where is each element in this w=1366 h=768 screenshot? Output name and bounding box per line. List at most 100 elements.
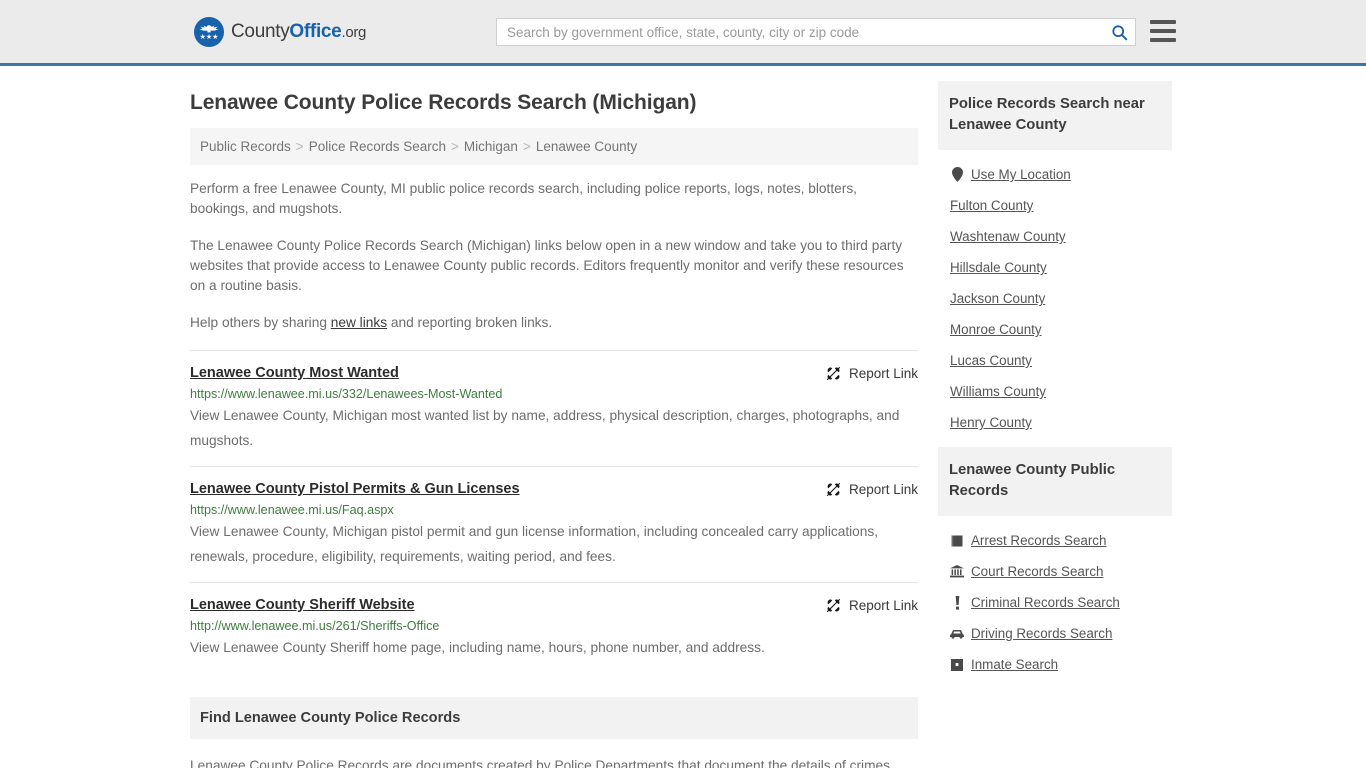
sidebar-item-arrest-records-search[interactable]: Arrest Records Search <box>938 525 1172 556</box>
find-records-body: Lenawee County Police Records are docume… <box>190 758 894 768</box>
brand-wordmark: CountyOffice.org <box>231 21 366 43</box>
sidebar-item-monroe-county[interactable]: Monroe County <box>938 314 1172 345</box>
result-item: Lenawee County Sheriff Website Report Li… <box>190 582 918 673</box>
eagle-glyph <box>199 24 219 32</box>
result-url: https://www.lenawee.mi.us/Faq.aspx <box>190 503 394 517</box>
sidebar-item-label[interactable]: Court Records Search <box>971 564 1103 579</box>
share-suffix: and reporting broken links. <box>387 315 553 330</box>
search-icon <box>1111 24 1127 40</box>
breadcrumb-item-lenawee-county[interactable]: Lenawee County <box>536 139 637 154</box>
courthouse-icon <box>950 565 964 578</box>
report-link-label: Report Link <box>848 482 918 497</box>
broken-link-icon <box>826 366 841 381</box>
sidebar-item-label[interactable]: Lucas County <box>950 353 1032 368</box>
site-logo[interactable]: ★★★ CountyOffice.org <box>194 16 366 47</box>
intro-paragraph-1: Perform a free Lenawee County, MI public… <box>190 181 857 216</box>
result-title-link[interactable]: Lenawee County Sheriff Website <box>190 597 415 613</box>
sidebar-item-use-my-location[interactable]: Use My Location <box>938 159 1172 190</box>
breadcrumb: Public Records > Police Records Search > Mic… <box>190 128 918 165</box>
report-link-button[interactable]: Report Link <box>826 481 918 497</box>
sidebar-item-label[interactable]: Williams County <box>950 384 1046 399</box>
sidebar-item-henry-county[interactable]: Henry County <box>938 407 1172 438</box>
stars-glyph: ★★★ <box>199 33 219 41</box>
sidebar-panel-nearby: Police Records Search near Lenawee Count… <box>938 81 1172 438</box>
sidebar-item-williams-county[interactable]: Williams County <box>938 376 1172 407</box>
site-header: ★★★ CountyOffice.org <box>0 0 1366 66</box>
share-prefix: Help others by sharing <box>190 315 331 330</box>
result-description: View Lenawee County, Michigan most wante… <box>190 408 900 448</box>
sidebar-item-driving-records-search[interactable]: Driving Records Search <box>938 618 1172 649</box>
page-title: Lenawee County Police Records Search (Mi… <box>190 91 697 114</box>
result-header: Lenawee County Most Wanted Report Link <box>190 365 918 381</box>
find-records-heading: Find Lenawee County Police Records <box>190 697 918 739</box>
public-records-list: Arrest Records Search Court Records Sear… <box>938 516 1172 680</box>
sidebar-item-label[interactable]: Fulton County <box>950 198 1033 213</box>
breadcrumb-item-public-records[interactable]: Public Records <box>200 139 291 154</box>
result-url: https://www.lenawee.mi.us/332/Lenawees-M… <box>190 387 503 401</box>
report-link-button[interactable]: Report Link <box>826 597 918 613</box>
result-header: Lenawee County Pistol Permits & Gun Lice… <box>190 481 918 497</box>
map-pin-icon <box>950 167 964 182</box>
sidebar-item-label[interactable]: Inmate Search <box>971 657 1058 672</box>
sidebar-item-hillsdale-county[interactable]: Hillsdale County <box>938 252 1172 283</box>
sidebar-panel-heading: Lenawee County Public Records <box>938 447 1172 516</box>
main-content: Lenawee County Police Records Search (Mi… <box>190 66 918 768</box>
sidebar-item-label[interactable]: Jackson County <box>950 291 1045 306</box>
report-link-label: Report Link <box>848 366 918 381</box>
report-link-label: Report Link <box>848 598 918 613</box>
sidebar-item-inmate-search[interactable]: Inmate Search <box>938 649 1172 680</box>
result-header: Lenawee County Sheriff Website Report Li… <box>190 597 918 613</box>
sidebar-item-label[interactable]: Monroe County <box>950 322 1042 337</box>
car-icon <box>950 629 964 639</box>
sidebar-item-washtenaw-county[interactable]: Washtenaw County <box>938 221 1172 252</box>
search-bar[interactable] <box>496 18 1136 46</box>
result-title-link[interactable]: Lenawee County Pistol Permits & Gun Lice… <box>190 481 520 497</box>
report-link-button[interactable]: Report Link <box>826 365 918 381</box>
sidebar-item-label[interactable]: Henry County <box>950 415 1032 430</box>
sidebar-item-jackson-county[interactable]: Jackson County <box>938 283 1172 314</box>
book-icon <box>950 535 964 547</box>
broken-link-icon <box>826 598 841 613</box>
brand-county: County <box>231 20 290 42</box>
result-description: View Lenawee County, Michigan pistol per… <box>190 524 879 564</box>
hamburger-menu-button[interactable] <box>1150 20 1176 42</box>
search-input[interactable] <box>497 19 1103 45</box>
result-url: http://www.lenawee.mi.us/261/Sheriffs-Of… <box>190 619 440 633</box>
sidebar-item-label[interactable]: Hillsdale County <box>950 260 1047 275</box>
sidebar: Police Records Search near Lenawee Count… <box>938 66 1172 768</box>
sidebar-item-label[interactable]: Arrest Records Search <box>971 533 1106 548</box>
sidebar-item-label[interactable]: Washtenaw County <box>950 229 1066 244</box>
result-item: Lenawee County Pistol Permits & Gun Lice… <box>190 466 918 582</box>
sidebar-item-label[interactable]: Driving Records Search <box>971 626 1112 641</box>
result-description: View Lenawee County Sheriff home page, i… <box>190 640 765 655</box>
sidebar-panel-heading: Police Records Search near Lenawee Count… <box>938 81 1172 150</box>
sidebar-item-fulton-county[interactable]: Fulton County <box>938 190 1172 221</box>
sidebar-item-label[interactable]: Use My Location <box>971 167 1071 182</box>
sidebar-item-court-records-search[interactable]: Court Records Search <box>938 556 1172 587</box>
intro-paragraph-2: The Lenawee County Police Records Search… <box>190 238 904 293</box>
eagle-seal-icon: ★★★ <box>194 16 224 47</box>
sidebar-panel-public-records: Lenawee County Public Records Arrest Rec… <box>938 447 1172 680</box>
menu-bar-1 <box>1150 20 1176 24</box>
result-item: Lenawee County Most Wanted Report Link h… <box>190 350 918 466</box>
search-button[interactable] <box>1103 19 1135 45</box>
page-container: Lenawee County Police Records Search (Mi… <box>0 66 1366 768</box>
share-paragraph: Help others by sharing new links and rep… <box>190 313 918 333</box>
menu-bar-2 <box>1150 29 1176 33</box>
jail-icon <box>950 658 964 671</box>
nearby-county-list: Use My Location Fulton County Washtenaw … <box>938 150 1172 438</box>
result-title-link[interactable]: Lenawee County Most Wanted <box>190 365 399 381</box>
breadcrumb-separator: > <box>295 139 304 154</box>
brand-org: .org <box>341 23 367 41</box>
broken-link-icon <box>826 482 841 497</box>
brand-office: Office <box>289 20 342 42</box>
breadcrumb-item-michigan[interactable]: Michigan <box>464 139 518 154</box>
exclamation-icon <box>950 595 964 610</box>
breadcrumb-item-police-records-search[interactable]: Police Records Search <box>309 139 446 154</box>
sidebar-item-label[interactable]: Criminal Records Search <box>971 595 1120 610</box>
menu-bar-3 <box>1150 38 1176 42</box>
new-links-link[interactable]: new links <box>331 315 387 330</box>
breadcrumb-separator: > <box>451 139 459 154</box>
sidebar-item-criminal-records-search[interactable]: Criminal Records Search <box>938 587 1172 618</box>
sidebar-item-lucas-county[interactable]: Lucas County <box>938 345 1172 376</box>
